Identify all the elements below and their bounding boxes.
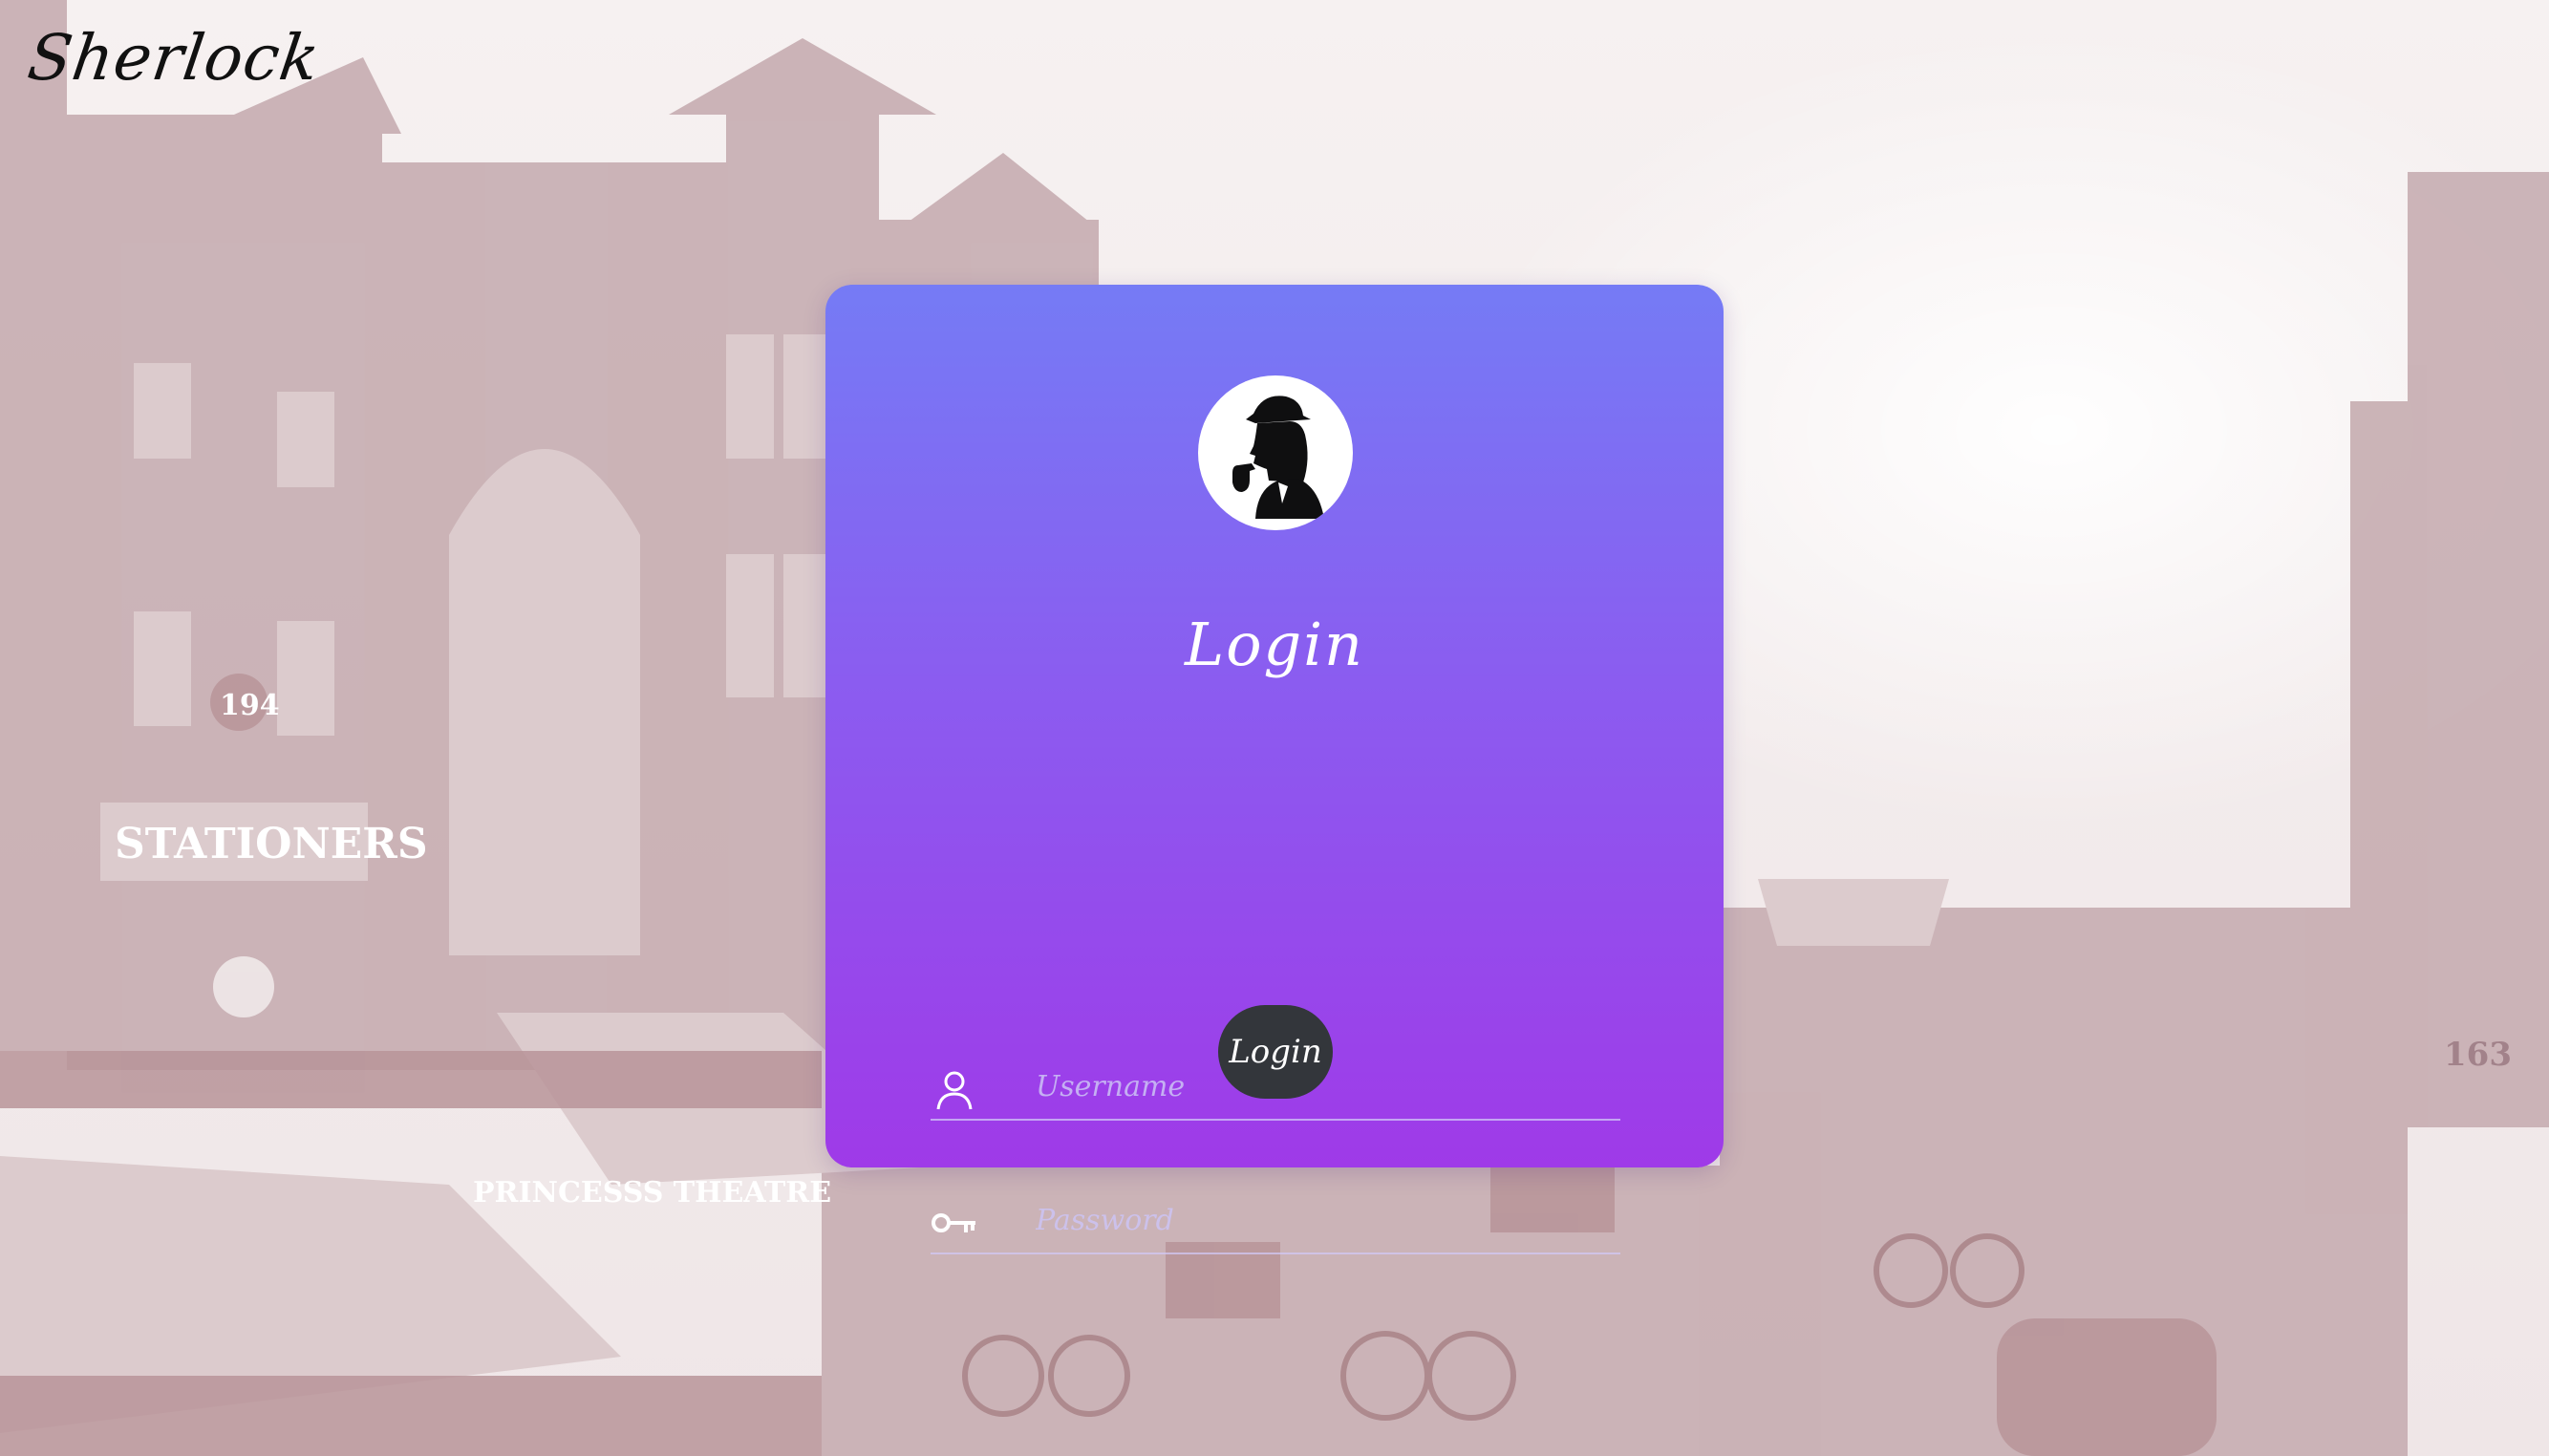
login-button[interactable]: Login [1218,1005,1333,1099]
password-field [931,1188,1620,1254]
login-title: Login [1185,610,1364,679]
svg-text:194: 194 [220,689,280,722]
svg-text:PRINCESSS THEATRE: PRINCESSS THEATRE [473,1176,831,1210]
sherlock-silhouette-icon [1198,375,1353,530]
key-icon [931,1199,978,1247]
password-input[interactable] [1036,1197,1609,1243]
svg-text:STATIONERS: STATIONERS [115,820,428,868]
app-logo[interactable]: Sherlock [24,21,325,95]
user-icon [931,1065,978,1113]
login-card: Login Login [825,285,1724,1254]
svg-text:163: 163 [2444,1036,2512,1074]
